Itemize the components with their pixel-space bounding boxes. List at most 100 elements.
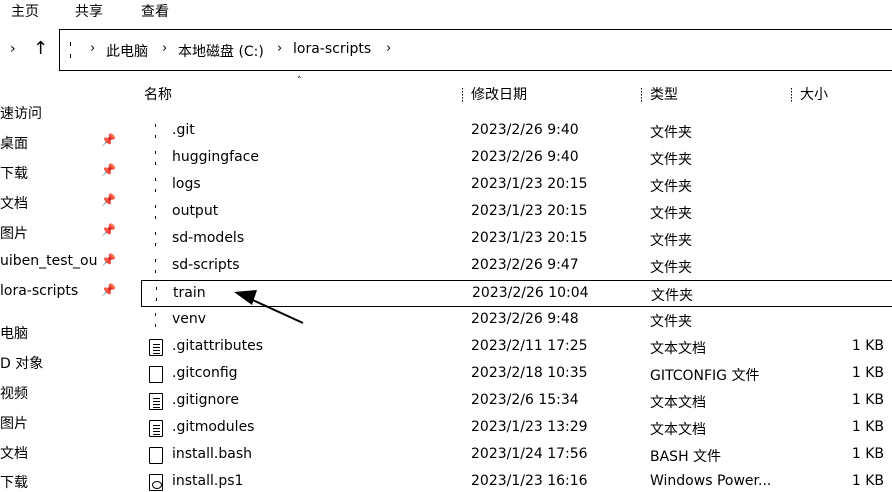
sidebar-item-label: 视频 <box>0 386 28 402</box>
sidebar-item-pictures-pc[interactable]: 图片 <box>0 413 128 437</box>
sidebar-item-label: lora-scripts <box>0 283 79 299</box>
sidebar-item-lora-scripts[interactable]: lora-scripts 📌 <box>0 283 128 307</box>
chevron-right-icon[interactable]: › <box>277 41 282 56</box>
file-date: 2023/2/26 9:40 <box>471 122 579 138</box>
arrow-up-icon[interactable]: ↑ <box>33 38 48 59</box>
file-name: .gitignore <box>172 392 239 408</box>
file-size: 1 KB <box>851 392 884 408</box>
file-type: 文件夹 <box>650 233 692 249</box>
file-date: 2023/1/23 16:16 <box>471 473 588 489</box>
file-date: 2023/1/24 17:56 <box>471 446 588 462</box>
text-document-icon <box>149 420 163 437</box>
file-type: GITCONFIG 文件 <box>650 368 760 384</box>
file-name: sd-scripts <box>172 257 240 273</box>
text-document-icon <box>149 393 163 410</box>
tab-share[interactable]: 共享 <box>75 1 103 21</box>
file-row[interactable]: output 2023/1/23 20:15 文件夹 <box>141 199 892 226</box>
tab-home[interactable]: 主页 <box>11 1 39 21</box>
folder-icon <box>149 177 163 194</box>
column-header-type[interactable]: 类型 <box>650 84 678 104</box>
pin-icon: 📌 <box>101 283 116 297</box>
file-type: 文件夹 <box>650 152 692 168</box>
tab-view[interactable]: 查看 <box>141 1 169 21</box>
sidebar-item-downloads[interactable]: 下载 📌 <box>0 163 128 187</box>
address-bar[interactable]: › 此电脑 › 本地磁盘 (C:) › lora-scripts › <box>59 29 892 71</box>
file-row[interactable]: .gitconfig 2023/2/18 10:35 GITCONFIG 文件 … <box>141 361 892 388</box>
folder-icon <box>150 286 164 303</box>
sidebar-item-label: 速访问 <box>0 106 42 122</box>
folder-icon <box>149 123 163 140</box>
folder-icon <box>149 258 163 275</box>
sidebar-item-videos[interactable]: 视频 <box>0 383 128 407</box>
blank-file-icon <box>149 366 163 383</box>
breadcrumb-lora-scripts[interactable]: lora-scripts <box>293 41 371 57</box>
file-date: 2023/2/26 10:04 <box>472 285 589 301</box>
pin-icon: 📌 <box>101 223 116 237</box>
sort-caret-icon: ˄ <box>297 76 302 86</box>
file-type: BASH 文件 <box>650 449 722 465</box>
pin-icon: 📌 <box>101 193 116 207</box>
file-date: 2023/2/11 17:25 <box>471 338 588 354</box>
sidebar-item-label: 桌面 <box>0 136 28 152</box>
column-header-name[interactable]: 名称 <box>144 84 172 104</box>
sidebar-item-label: 下载 <box>0 475 28 491</box>
sidebar-item-label: 电脑 <box>0 326 28 342</box>
file-row[interactable]: install.ps1 2023/1/23 16:16 Windows Powe… <box>141 469 892 492</box>
file-row[interactable]: huggingface 2023/2/26 9:40 文件夹 <box>141 145 892 172</box>
file-size: 1 KB <box>851 446 884 462</box>
file-date: 2023/2/26 9:48 <box>471 311 579 327</box>
file-row[interactable]: install.bash 2023/1/24 17:56 BASH 文件 1 K… <box>141 442 892 469</box>
powershell-script-icon <box>149 474 163 491</box>
file-row[interactable]: .gitattributes 2023/2/11 17:25 文本文档 1 KB <box>141 334 892 361</box>
sidebar-item-pictures[interactable]: 图片 📌 <box>0 223 128 247</box>
file-row[interactable]: venv 2023/2/26 9:48 文件夹 <box>141 307 892 334</box>
sidebar-item-documents-pc[interactable]: 文档 <box>0 443 128 467</box>
file-row[interactable]: sd-scripts 2023/2/26 9:47 文件夹 <box>141 253 892 280</box>
sidebar-item-3d-objects[interactable]: D 对象 <box>0 353 128 377</box>
file-date: 2023/2/26 9:47 <box>471 257 579 273</box>
sidebar-item-label: D 对象 <box>0 356 44 372</box>
breadcrumb-local-disk[interactable]: 本地磁盘 (C:) <box>178 41 264 61</box>
folder-icon <box>149 204 163 221</box>
sidebar-item-this-pc[interactable]: 电脑 <box>0 323 128 347</box>
sidebar-item-desktop[interactable]: 桌面 📌 <box>0 133 128 157</box>
file-date: 2023/1/23 20:15 <box>471 176 588 192</box>
file-type: 文件夹 <box>650 179 692 195</box>
file-type: 文件夹 <box>650 314 692 330</box>
chevron-right-icon[interactable]: › <box>386 41 391 56</box>
file-date: 2023/1/23 13:29 <box>471 419 588 435</box>
chevron-right-icon[interactable]: › <box>90 41 95 56</box>
file-row[interactable]: sd-models 2023/1/23 20:15 文件夹 <box>141 226 892 253</box>
file-name: .gitmodules <box>172 419 255 435</box>
chevron-right-icon[interactable]: › <box>10 41 16 57</box>
sidebar-item-label: 下载 <box>0 166 28 182</box>
column-header-size[interactable]: 大小 <box>800 84 828 104</box>
file-name: huggingface <box>172 149 259 165</box>
file-row[interactable]: logs 2023/1/23 20:15 文件夹 <box>141 172 892 199</box>
file-row[interactable]: .gitignore 2023/2/6 15:34 文本文档 1 KB <box>141 388 892 415</box>
sidebar-item-label: 图片 <box>0 416 28 432</box>
column-divider[interactable] <box>462 88 463 102</box>
column-divider[interactable] <box>791 88 792 102</box>
breadcrumb-this-pc[interactable]: 此电脑 <box>106 41 148 61</box>
file-type: Windows Power... <box>650 473 772 489</box>
file-row[interactable]: .gitmodules 2023/1/23 13:29 文本文档 1 KB <box>141 415 892 442</box>
sidebar-item-documents[interactable]: 文档 📌 <box>0 193 128 217</box>
folder-icon <box>149 150 163 167</box>
file-row[interactable]: .git 2023/2/26 9:40 文件夹 <box>141 118 892 145</box>
pin-icon: 📌 <box>101 163 116 177</box>
sidebar-item-label: 文档 <box>0 196 28 212</box>
chevron-right-icon[interactable]: › <box>162 41 167 56</box>
pin-icon: 📌 <box>101 253 116 267</box>
column-header-date[interactable]: 修改日期 <box>471 84 527 104</box>
file-size: 1 KB <box>851 365 884 381</box>
sidebar-item-quick-access[interactable]: 速访问 <box>0 103 128 127</box>
sidebar-item-uiben-test[interactable]: uiben_test_ou 📌 <box>0 253 128 277</box>
column-divider[interactable] <box>641 88 642 102</box>
file-row-selected[interactable]: train 2023/2/26 10:04 文件夹 <box>141 280 892 307</box>
file-type: 文件夹 <box>650 260 692 276</box>
sidebar-item-downloads-pc[interactable]: 下载 <box>0 472 128 492</box>
file-name: logs <box>172 176 201 192</box>
file-date: 2023/1/23 20:15 <box>471 203 588 219</box>
file-name: output <box>172 203 219 219</box>
